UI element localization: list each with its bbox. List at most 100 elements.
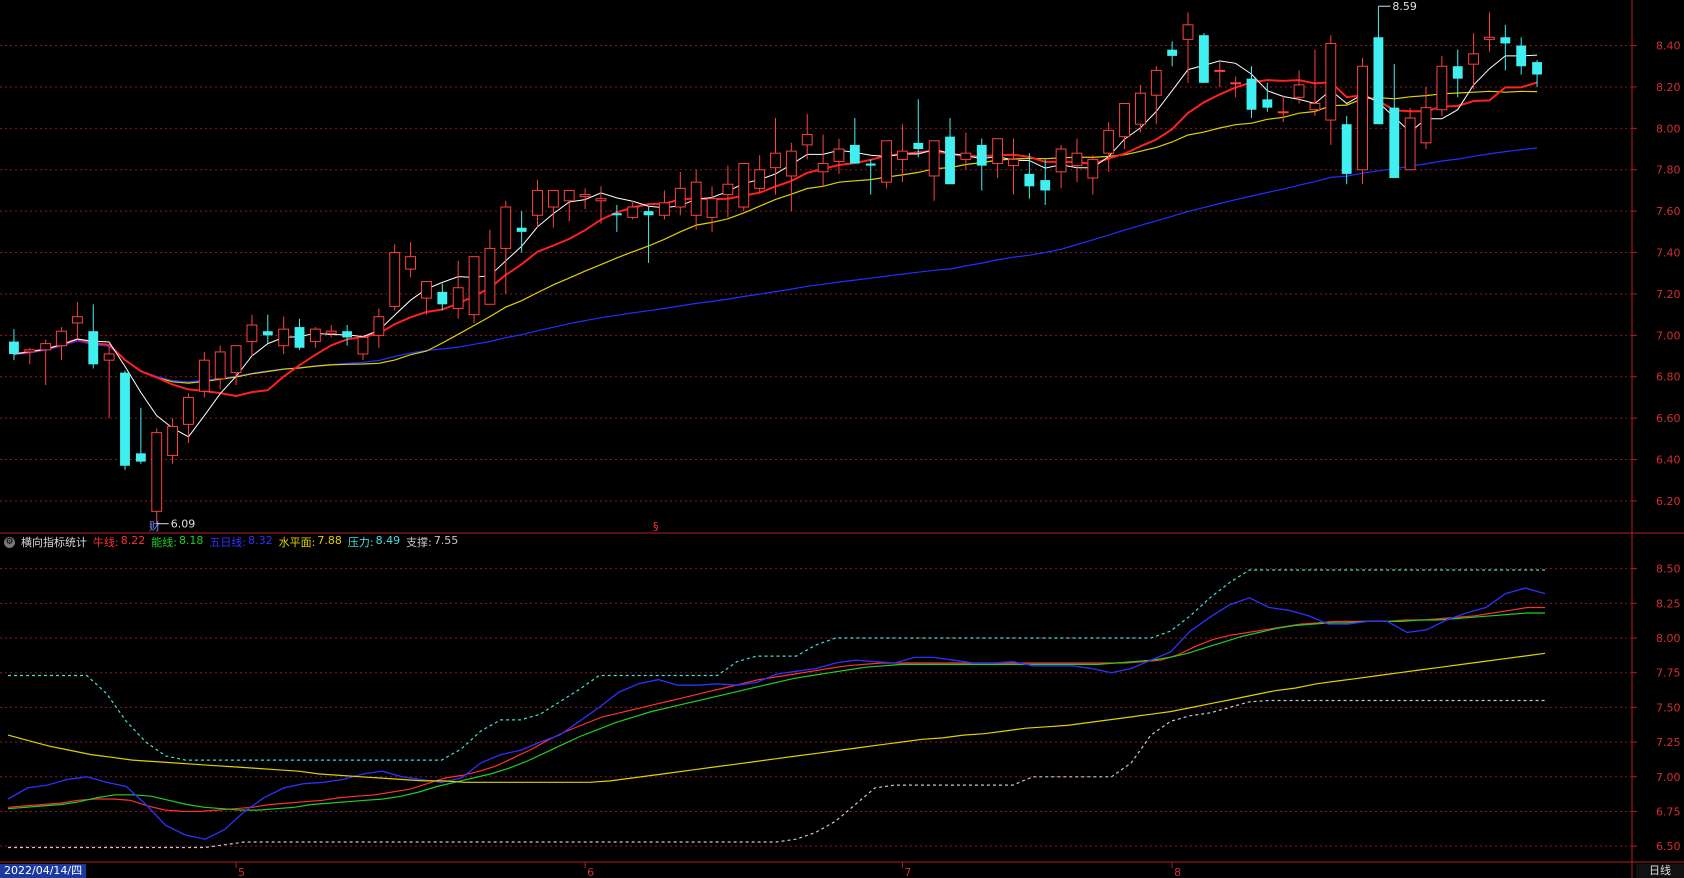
upper-y-tick-label: 8.20 (1656, 81, 1681, 94)
lower-y-tick-label: 8.50 (1656, 563, 1681, 576)
candle-body (1484, 36, 1495, 40)
indicator-line (7, 587, 1546, 840)
indicator-name: 横向指标统计 (21, 536, 87, 549)
candle-body (1532, 62, 1542, 75)
candle-body (690, 181, 702, 216)
upper-y-tick-label: 6.20 (1656, 495, 1681, 508)
candle-body (1436, 65, 1448, 111)
candle-body (547, 189, 559, 208)
upper-y-tick-label: 7.00 (1656, 329, 1681, 342)
upper-y-tick-label: 7.40 (1656, 247, 1681, 260)
candle-body (278, 328, 290, 347)
candle-body (1246, 78, 1257, 110)
lower-y-tick-label: 6.50 (1656, 840, 1681, 853)
candle-body (881, 140, 892, 183)
candle-body (357, 336, 369, 355)
candle-body (595, 198, 607, 202)
candle-body (437, 291, 448, 305)
legend-five-day-line: 五日线: 8.32 (209, 534, 273, 549)
candle-body (659, 202, 670, 216)
candle-body (1040, 180, 1051, 191)
candle-body (135, 453, 146, 462)
x-tick-label: 8 (1174, 866, 1181, 878)
legend-pressure-line: 压力: 8.49 (347, 534, 401, 549)
candle-body (120, 372, 130, 466)
candle-body (1293, 84, 1305, 98)
candle-body (1024, 173, 1035, 187)
period-selector[interactable]: 日线 (1636, 864, 1684, 878)
candle-body (198, 359, 210, 392)
upper-y-tick-label: 6.40 (1656, 454, 1681, 467)
candle-body (214, 351, 226, 380)
candle-body (1516, 45, 1527, 67)
indicator-line (8, 699, 1545, 849)
candle-body (1182, 24, 1194, 40)
candle-body (1134, 92, 1146, 125)
current-date: 2022/04/14/四 (0, 864, 87, 878)
x-tick-label: 7 (904, 866, 911, 878)
candle-body (183, 396, 194, 425)
candle-body (1277, 111, 1289, 114)
candle-body (389, 252, 401, 307)
candle-body (342, 331, 353, 338)
candle-body (754, 169, 766, 189)
axis-labels: 8.40 8.20 8.00 7.80 7.60 7.40 7.20 7.00 6.80 6.60… (235, 40, 1681, 878)
candle-body (976, 144, 987, 166)
upper-y-tick-label: 6.60 (1656, 412, 1681, 425)
candle-body (151, 432, 163, 512)
candle-body (1167, 49, 1178, 56)
indicator-line (8, 569, 1545, 761)
candle-body (325, 330, 337, 334)
lower-y-tick-label: 6.75 (1656, 805, 1681, 818)
candle-body (1198, 35, 1209, 83)
candle-body (484, 247, 496, 305)
candle-body (1373, 37, 1384, 125)
candle-body (1452, 66, 1463, 79)
candle-body (1389, 107, 1400, 179)
upper-y-tick-label: 7.80 (1656, 164, 1681, 177)
moving-average-lines (13, 54, 1538, 438)
legend-level-line: 水平面: 7.88 (278, 534, 342, 549)
candle-body (1119, 103, 1130, 138)
legend-energy-line: 能线: 8.18 (151, 534, 204, 549)
x-tick-label: 6 (587, 866, 594, 878)
candle-body (722, 183, 734, 196)
upper-y-tick-label: 8.00 (1656, 122, 1681, 135)
annotations: 8.59 6.09 财 § (149, 0, 1417, 533)
upper-y-tick-label: 8.40 (1656, 40, 1681, 53)
candle-body (865, 163, 876, 166)
candle-body (643, 211, 654, 216)
candle-body (1404, 117, 1416, 171)
candle-body (579, 194, 591, 198)
candle-body (1103, 129, 1115, 154)
candle-body (1150, 69, 1162, 96)
candle-body (421, 281, 432, 299)
indicator-lines (7, 569, 1546, 849)
candle-body (88, 331, 99, 365)
candle-body (770, 152, 781, 169)
candle-body (294, 327, 305, 348)
candle-body (1500, 37, 1511, 44)
event-marker[interactable]: § (653, 520, 659, 533)
candle-body (1214, 69, 1226, 72)
candle-body (452, 287, 464, 309)
candle-body (309, 328, 321, 343)
candle-body (960, 152, 972, 160)
high-price-label: 8.59 (1392, 0, 1417, 13)
lower-y-tick-label: 8.00 (1656, 632, 1681, 645)
candle-body (167, 425, 179, 456)
gear-icon[interactable]: ⚙ (4, 536, 15, 548)
legend-support-line: 支撑: 7.55 (406, 534, 459, 549)
candle-body (1230, 82, 1242, 85)
earnings-marker[interactable]: 财 (149, 519, 160, 533)
candle-body (246, 324, 258, 343)
candle-body (56, 330, 67, 347)
candle-body (24, 349, 36, 353)
candle-body (738, 163, 750, 208)
candle-body (1325, 42, 1337, 121)
candle-body (849, 144, 860, 164)
stock-chart[interactable]: 8.40 8.20 8.00 7.80 7.60 7.40 7.20 7.00 6.80 6.60… (0, 0, 1684, 878)
lower-y-tick-label: 7.25 (1656, 736, 1681, 749)
candlestick-series[interactable] (9, 6, 1542, 524)
candle-body (913, 142, 924, 150)
